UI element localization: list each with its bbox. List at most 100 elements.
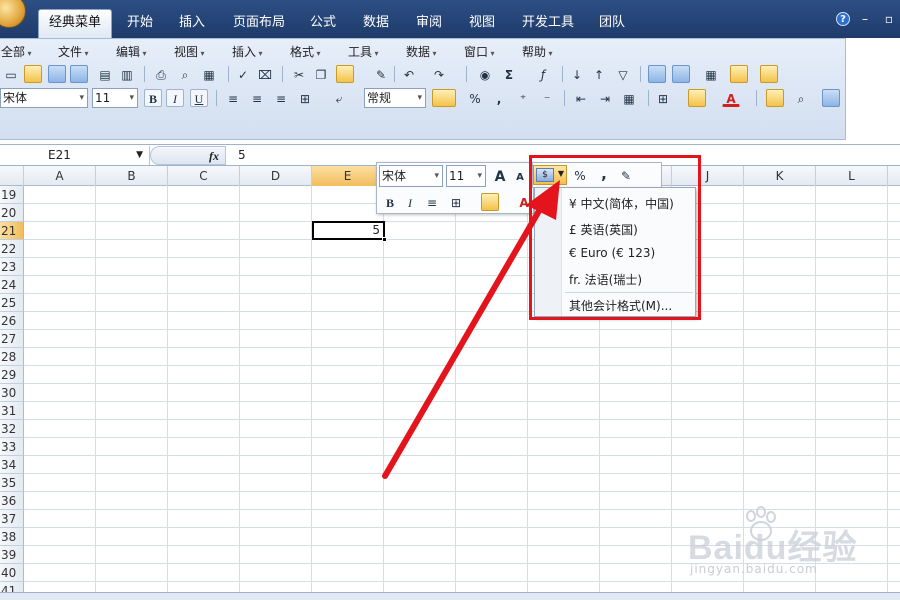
sheet-tab-bar[interactable] xyxy=(0,592,900,600)
tab-developer[interactable]: 开发工具 xyxy=(512,10,584,36)
column-header-b[interactable]: B xyxy=(96,166,168,186)
tab-page-layout[interactable]: 页面布局 xyxy=(223,10,295,36)
row-header-25[interactable]: 25 xyxy=(0,294,24,312)
fill-color-icon[interactable] xyxy=(688,89,706,107)
find-icon[interactable]: ⌕ xyxy=(792,89,810,107)
column-header-c[interactable]: C xyxy=(168,166,240,186)
menu-file[interactable]: 文件 xyxy=(58,43,89,60)
sort-descending-icon[interactable]: ↑ xyxy=(590,65,608,83)
mini-center-icon[interactable]: ≡ xyxy=(423,193,441,211)
row-header-23[interactable]: 23 xyxy=(0,258,24,276)
menu-data[interactable]: 数据 xyxy=(406,43,437,60)
zoom-icon[interactable] xyxy=(730,65,748,83)
bold-button[interactable]: B xyxy=(144,89,162,107)
mini-bold-button[interactable]: B xyxy=(381,193,399,211)
spelling-icon[interactable]: ✓ xyxy=(234,65,252,83)
copy-icon[interactable]: ❐ xyxy=(312,65,330,83)
menu-window[interactable]: 窗口 xyxy=(464,43,495,60)
font-name-combo[interactable]: 宋体 xyxy=(0,88,88,108)
row-header-33[interactable]: 33 xyxy=(0,438,24,456)
hyperlink-icon[interactable]: ◉ xyxy=(476,65,494,83)
drawing-icon[interactable] xyxy=(672,65,690,83)
tab-data[interactable]: 数据 xyxy=(353,10,399,36)
row-header-34[interactable]: 34 xyxy=(0,456,24,474)
merge-center-icon[interactable]: ⊞ xyxy=(296,89,314,107)
decrease-decimal-icon[interactable]: ⁻ xyxy=(538,89,556,107)
shrink-font-button[interactable]: A xyxy=(511,168,529,186)
column-header-l[interactable]: L xyxy=(816,166,888,186)
redo-icon[interactable]: ↷ xyxy=(430,65,448,83)
number-format-combo[interactable]: 常规 xyxy=(364,88,426,108)
italic-button[interactable]: I xyxy=(166,89,184,107)
underline-button[interactable]: U xyxy=(190,89,208,107)
table-grid-icon[interactable]: ▦ xyxy=(702,65,720,83)
permission-icon[interactable] xyxy=(70,65,88,83)
restore-icon[interactable]: ▫ xyxy=(882,12,896,26)
column-header-k[interactable]: K xyxy=(744,166,816,186)
menu-edit[interactable]: 编辑 xyxy=(116,43,147,60)
insert-function-button[interactable]: fx xyxy=(150,146,226,165)
increase-indent-icon[interactable]: ⇥ xyxy=(596,89,614,107)
row-header-37[interactable]: 37 xyxy=(0,510,24,528)
filter-icon[interactable]: ▽ xyxy=(614,65,632,83)
row-header-26[interactable]: 26 xyxy=(0,312,24,330)
tab-review[interactable]: 审阅 xyxy=(406,10,452,36)
accounting-format-icon[interactable] xyxy=(432,89,456,107)
format-painter-icon[interactable]: ✎ xyxy=(372,65,390,83)
increase-decimal-icon[interactable]: ⁺ xyxy=(514,89,532,107)
row-header-27[interactable]: 27 xyxy=(0,330,24,348)
row-header-19[interactable]: 19 xyxy=(0,186,24,204)
menu-help[interactable]: 帮助 xyxy=(522,43,553,60)
mini-font-combo[interactable]: 宋体 xyxy=(379,165,443,187)
undo-icon[interactable]: ↶ xyxy=(400,65,418,83)
wrap-text-icon[interactable]: ⤶ xyxy=(330,89,348,107)
styles-icon[interactable] xyxy=(766,89,784,107)
print-icon[interactable]: ⎙ xyxy=(152,65,170,83)
minimize-icon[interactable]: – xyxy=(858,12,872,26)
font-size-combo[interactable]: 11 xyxy=(92,88,138,108)
mini-borders-icon[interactable]: ⊞ xyxy=(447,193,465,211)
menu-format[interactable]: 格式 xyxy=(290,43,321,60)
save-icon[interactable] xyxy=(48,65,66,83)
print-options-icon[interactable]: ▦ xyxy=(200,65,218,83)
name-box[interactable]: E21 ▼ xyxy=(0,146,150,165)
align-left-icon[interactable]: ≡ xyxy=(224,89,242,107)
print-preview-icon[interactable]: ▤ xyxy=(96,65,114,83)
percent-button[interactable]: % xyxy=(466,89,484,107)
open-folder-icon[interactable] xyxy=(24,65,42,83)
row-header-30[interactable]: 30 xyxy=(0,384,24,402)
column-header-a[interactable]: A xyxy=(24,166,96,186)
align-center-icon[interactable]: ≡ xyxy=(248,89,266,107)
mini-italic-button[interactable]: I xyxy=(401,193,419,211)
row-header-20[interactable]: 20 xyxy=(0,204,24,222)
font-color-icon[interactable]: A xyxy=(722,89,740,107)
row-header-40[interactable]: 40 xyxy=(0,564,24,582)
chevron-down-icon[interactable]: ▼ xyxy=(136,146,143,165)
row-header-32[interactable]: 32 xyxy=(0,420,24,438)
borders-icon[interactable]: ⊞ xyxy=(654,89,672,107)
grow-font-button[interactable]: A xyxy=(491,167,509,185)
insert-function-icon[interactable]: ƒ xyxy=(534,65,552,83)
research-lookup-icon[interactable]: ⌧ xyxy=(256,65,274,83)
paste-icon[interactable] xyxy=(336,65,354,83)
autosum-icon[interactable]: Σ xyxy=(500,65,518,83)
tab-team[interactable]: 团队 xyxy=(589,10,635,36)
row-header-38[interactable]: 38 xyxy=(0,528,24,546)
tab-classic-menu[interactable]: 经典菜单 xyxy=(38,9,113,38)
tab-home[interactable]: 开始 xyxy=(117,10,163,36)
comma-button[interactable]: , xyxy=(490,89,508,107)
row-header-22[interactable]: 22 xyxy=(0,240,24,258)
menu-all[interactable]: 全部 xyxy=(1,43,32,60)
new-file-icon[interactable]: ▭ xyxy=(2,65,20,83)
mini-fill-color-icon[interactable] xyxy=(481,193,499,211)
row-header-21[interactable]: 21 xyxy=(0,222,24,240)
preview-icon[interactable]: ⌕ xyxy=(176,65,194,83)
decrease-indent-icon[interactable]: ⇤ xyxy=(572,89,590,107)
research-icon[interactable]: ▥ xyxy=(118,65,136,83)
select-all-corner[interactable] xyxy=(0,166,24,186)
menu-tools[interactable]: 工具 xyxy=(348,43,379,60)
mini-font-size-combo[interactable]: 11 xyxy=(446,165,486,187)
row-header-39[interactable]: 39 xyxy=(0,546,24,564)
column-header-d[interactable]: D xyxy=(240,166,312,186)
menu-insert[interactable]: 插入 xyxy=(232,43,263,60)
